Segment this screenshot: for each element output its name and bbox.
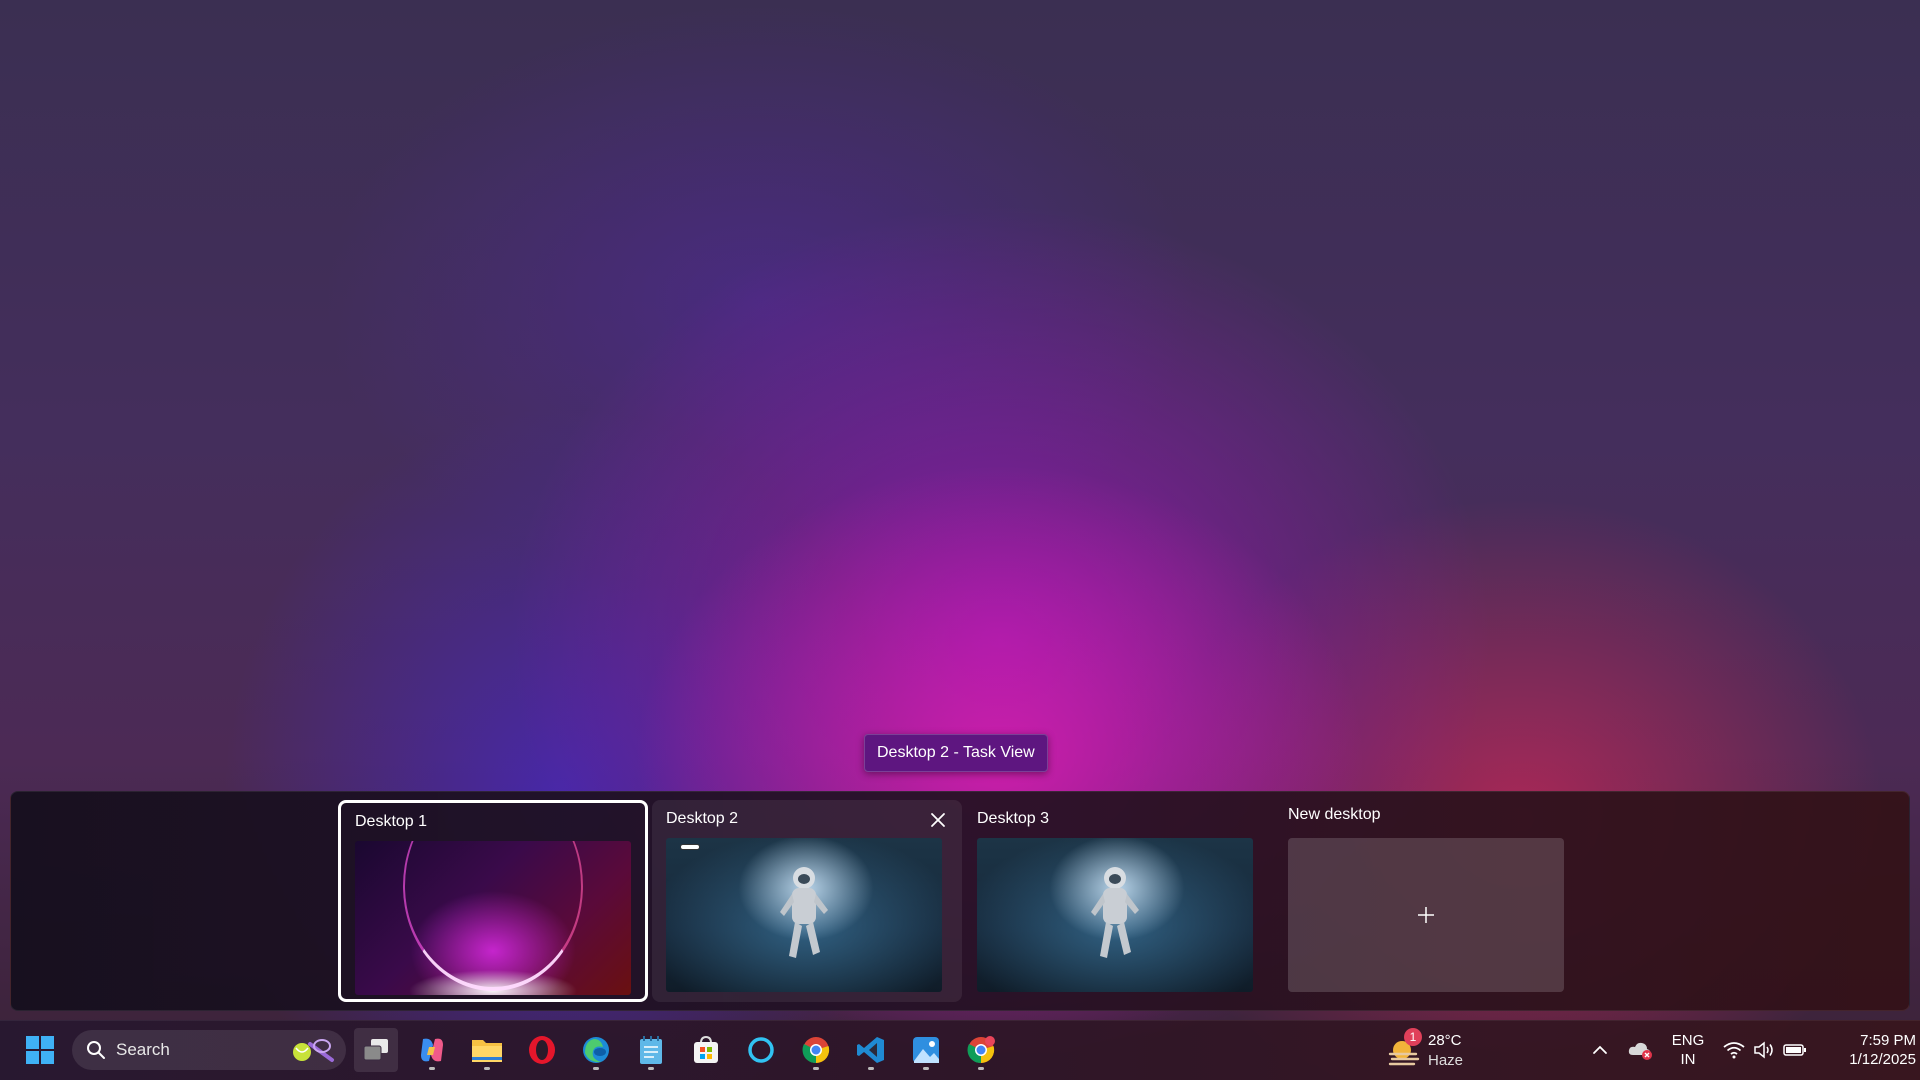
- clock-time: 7:59 PM: [1860, 1032, 1916, 1049]
- running-indicator: [429, 1067, 435, 1070]
- desktop-3-label: Desktop 3: [977, 810, 1050, 827]
- photos-app[interactable]: [904, 1028, 948, 1072]
- ring-icon: [748, 1037, 774, 1063]
- cortana-app[interactable]: [739, 1028, 783, 1072]
- notepad-app[interactable]: [629, 1028, 673, 1072]
- desktop-1-tile[interactable]: Desktop 1: [338, 800, 648, 1002]
- notification-badge: 1: [1404, 1028, 1422, 1046]
- file-explorer-app[interactable]: [465, 1028, 509, 1072]
- close-desktop-2-button[interactable]: [926, 808, 950, 832]
- wallpaper-ring-graphic: [403, 841, 583, 991]
- chrome-icon: [802, 1037, 830, 1064]
- chevron-up-icon: [1593, 1045, 1607, 1054]
- desktop-2-thumbnail: [666, 838, 942, 992]
- task-view-tooltip: Desktop 2 - Task View: [864, 734, 1048, 772]
- close-icon: [931, 813, 945, 827]
- wifi-icon: [1723, 1042, 1745, 1059]
- store-icon: [694, 1035, 718, 1063]
- show-hidden-icons-button[interactable]: [1586, 1036, 1614, 1064]
- opera-icon: [529, 1036, 555, 1064]
- running-indicator: [868, 1067, 874, 1070]
- desktop-2-tile[interactable]: Desktop 2: [652, 800, 962, 1002]
- edge-icon: [583, 1037, 609, 1063]
- chrome-icon: [967, 1036, 995, 1064]
- system-clock[interactable]: 7:59 PM 1/12/2025: [1816, 1031, 1916, 1069]
- network-button[interactable]: [1720, 1036, 1748, 1064]
- running-indicator: [923, 1067, 929, 1070]
- battery-button[interactable]: [1781, 1036, 1809, 1064]
- search-icon: [87, 1041, 105, 1059]
- astronaut-graphic: [1091, 867, 1139, 958]
- notepad-icon: [640, 1036, 662, 1064]
- window-preview: [680, 844, 700, 850]
- windows-logo-icon: [26, 1036, 54, 1064]
- copilot-icon: [421, 1038, 443, 1062]
- clock-date: 1/12/2025: [1849, 1051, 1916, 1068]
- vscode-app[interactable]: [849, 1028, 893, 1072]
- onedrive-status-button[interactable]: [1626, 1036, 1654, 1064]
- plus-icon: [1418, 907, 1434, 923]
- desktop-2-label: Desktop 2: [666, 810, 739, 827]
- desktop-1-thumbnail: [355, 841, 631, 995]
- volume-button[interactable]: [1750, 1036, 1778, 1064]
- cloud-error-icon: [1628, 1042, 1652, 1060]
- desktop-3-tile[interactable]: Desktop 3: [963, 800, 1273, 1002]
- search-highlight-icon: [293, 1039, 334, 1062]
- folder-icon: [472, 1040, 502, 1062]
- weather-temperature: 28°C: [1428, 1032, 1462, 1049]
- new-desktop-button[interactable]: [1288, 838, 1564, 992]
- running-indicator: [593, 1067, 599, 1070]
- vscode-icon: [857, 1037, 884, 1063]
- chrome-app[interactable]: [794, 1028, 838, 1072]
- taskbar-search-box[interactable]: Search: [72, 1030, 346, 1070]
- copilot-app[interactable]: [410, 1028, 454, 1072]
- edge-app[interactable]: [574, 1028, 618, 1072]
- desktop-1-label: Desktop 1: [355, 813, 428, 830]
- desktop-3-thumbnail: [977, 838, 1253, 992]
- running-indicator: [484, 1067, 490, 1070]
- photos-icon: [913, 1037, 939, 1063]
- running-indicator: [648, 1067, 654, 1070]
- task-view-button[interactable]: [354, 1028, 398, 1072]
- astronaut-graphic: [780, 867, 828, 958]
- active-desktop-indicator: [472, 999, 512, 1002]
- weather-condition: Haze: [1428, 1052, 1464, 1069]
- running-indicator: [978, 1067, 984, 1070]
- input-language-indicator[interactable]: ENG IN: [1664, 1031, 1712, 1069]
- language-code: ENG: [1671, 1032, 1705, 1049]
- chrome-profile-app[interactable]: [959, 1028, 1003, 1072]
- weather-widget[interactable]: 1 28°C Haze: [1384, 1026, 1484, 1074]
- task-view-icon: [363, 1039, 388, 1061]
- start-button[interactable]: [18, 1028, 62, 1072]
- running-indicator: [813, 1067, 819, 1070]
- new-desktop-label: New desktop: [1288, 806, 1381, 823]
- battery-icon: [1783, 1044, 1806, 1056]
- region-code: IN: [1680, 1051, 1696, 1068]
- microsoft-store-app[interactable]: [684, 1028, 728, 1072]
- opera-app[interactable]: [520, 1028, 564, 1072]
- speaker-icon: [1754, 1041, 1773, 1059]
- search-placeholder: Search: [116, 1040, 170, 1059]
